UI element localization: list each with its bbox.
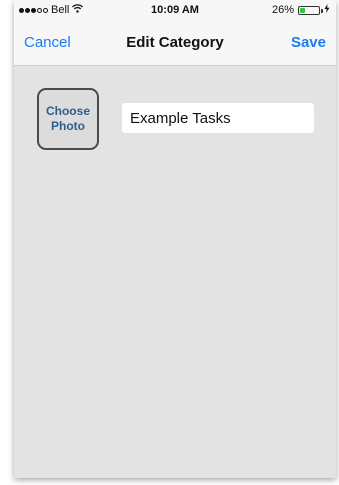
choose-photo-button[interactable]: Choose Photo bbox=[37, 88, 99, 150]
battery-status: 26% bbox=[272, 4, 330, 16]
phone-screen: Bell 10:09 AM 26% Cancel Edit Category S… bbox=[14, 0, 336, 478]
battery-fill bbox=[300, 7, 305, 13]
charging-icon bbox=[324, 4, 330, 16]
save-button[interactable]: Save bbox=[291, 34, 326, 51]
category-name-field[interactable] bbox=[122, 103, 314, 133]
choose-photo-label-line1: Choose bbox=[45, 104, 90, 118]
status-bar: Bell 10:09 AM 26% bbox=[14, 0, 336, 20]
page-title: Edit Category bbox=[126, 34, 224, 51]
navigation-bar: Cancel Edit Category Save bbox=[14, 20, 336, 66]
battery-percent: 26% bbox=[271, 4, 294, 16]
battery-icon bbox=[298, 5, 323, 15]
choose-photo-label-line2: Photo bbox=[51, 119, 85, 133]
battery-tip bbox=[321, 8, 323, 13]
